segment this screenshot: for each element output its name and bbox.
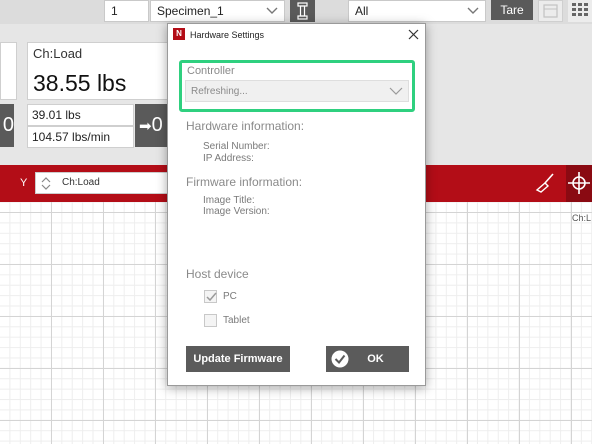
pc-label: PC — [223, 291, 237, 302]
hardware-settings-dialog: N Hardware Settings Controller Refreshin… — [167, 23, 426, 386]
ip-address-label: IP Address: — [203, 153, 254, 164]
grid-view-button[interactable] — [568, 0, 592, 22]
peak-load-field: 39.01 lbs — [27, 104, 134, 126]
crosshair-button[interactable] — [566, 165, 592, 202]
crosshair-icon — [568, 172, 590, 194]
filter-value: All — [355, 4, 369, 18]
right-zero-label: 0 — [151, 114, 163, 136]
serial-number-label: Serial Number: — [203, 141, 270, 152]
left-readout-card — [0, 42, 17, 100]
specimen-shape-button[interactable] — [290, 0, 315, 22]
y-channel-value: Ch:Load — [62, 177, 100, 188]
dialog-title: Hardware Settings — [190, 30, 265, 40]
tablet-checkbox[interactable] — [204, 314, 217, 327]
load-rate-value: 104.57 lbs/min — [32, 130, 111, 144]
checkmark-icon — [206, 292, 217, 302]
app-logo-icon: N — [173, 28, 185, 40]
tare-label: Tare — [500, 3, 524, 17]
ok-label: OK — [367, 353, 384, 365]
chevron-down-icon — [467, 7, 479, 14]
image-title-label: Image Title: — [203, 195, 255, 206]
close-icon[interactable] — [408, 29, 419, 40]
controller-select[interactable]: Refreshing... — [185, 80, 409, 102]
calendar-icon — [543, 4, 558, 18]
main-load-value: 38.55 lbs — [33, 70, 127, 96]
chevron-down-icon — [389, 87, 403, 95]
specimen-select[interactable]: Specimen_1 — [150, 0, 285, 22]
y-channel-select[interactable]: Ch:Load — [35, 172, 172, 194]
update-firmware-label: Update Firmware — [193, 353, 283, 365]
grid-view-icon — [572, 3, 588, 16]
specimen-bar-icon — [297, 2, 308, 20]
hardware-info-label: Hardware information: — [186, 119, 305, 133]
right-channel-label: Ch:L — [572, 213, 592, 223]
chevron-down-icon — [266, 7, 278, 14]
calendar-button[interactable] — [538, 0, 563, 22]
left-zero-button[interactable]: 0 — [0, 104, 14, 147]
step-value: 1 — [111, 4, 118, 18]
controller-label: Controller — [187, 65, 235, 77]
y-axis-label: Y — [20, 177, 28, 189]
tare-button[interactable]: Tare — [491, 0, 533, 20]
host-device-label: Host device — [186, 267, 249, 281]
pc-checkbox[interactable] — [204, 290, 217, 303]
logo-letter: N — [176, 29, 182, 38]
ok-button[interactable]: OK — [326, 346, 409, 372]
left-zero-label: 0 — [2, 114, 14, 136]
arrow-right-icon: ➡ — [139, 118, 152, 135]
firmware-info-label: Firmware information: — [186, 175, 303, 189]
tablet-label: Tablet — [223, 315, 250, 326]
filter-select[interactable]: All — [348, 0, 486, 22]
peak-load-value: 39.01 lbs — [32, 108, 81, 122]
check-circle-icon — [331, 350, 349, 368]
broom-icon[interactable] — [533, 171, 557, 195]
up-down-arrows-icon — [41, 177, 51, 190]
load-rate-field: 104.57 lbs/min — [27, 126, 134, 148]
load-readout-card: Ch:Load 38.55 lbs — [27, 42, 172, 100]
controller-select-value: Refreshing... — [191, 86, 248, 97]
update-firmware-button[interactable]: Update Firmware — [186, 346, 290, 372]
channel-label: Ch:Load — [33, 46, 83, 61]
specimen-value: Specimen_1 — [157, 4, 224, 18]
image-version-label: Image Version: — [203, 206, 270, 217]
step-field[interactable]: 1 — [104, 0, 149, 22]
